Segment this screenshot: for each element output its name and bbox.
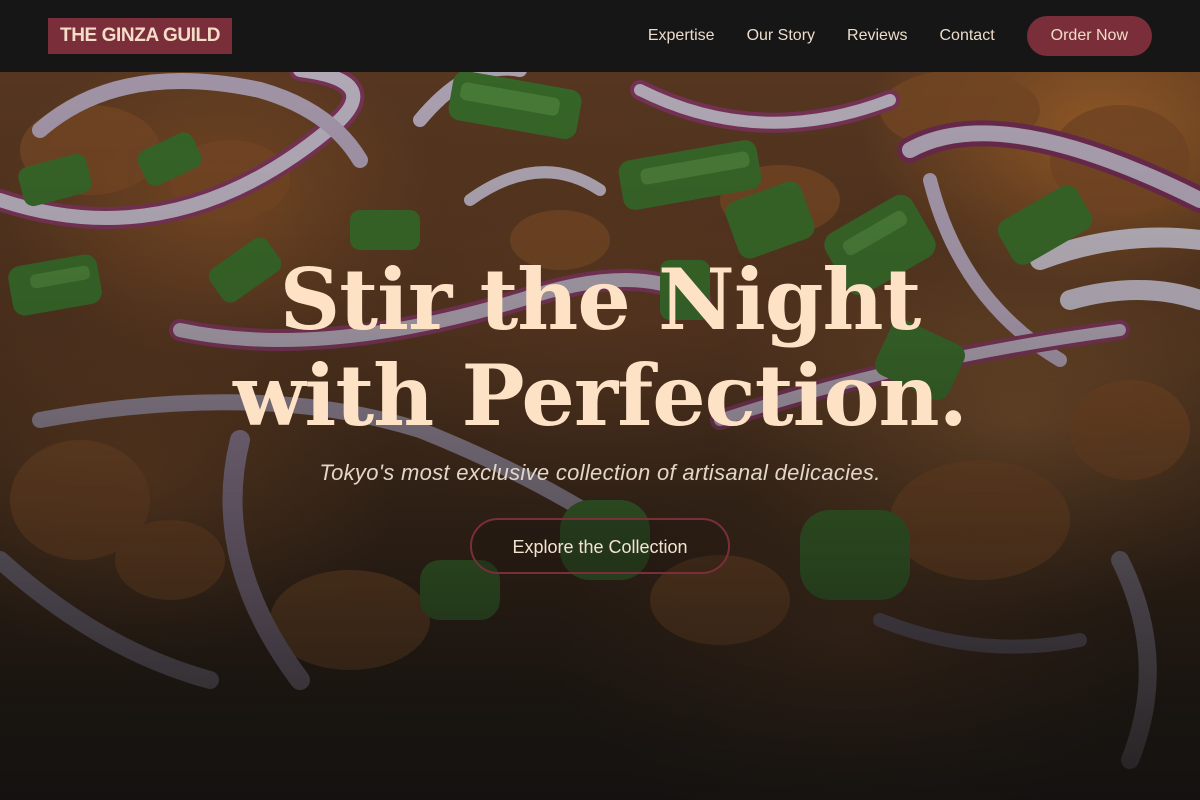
nav-link-expertise[interactable]: Expertise xyxy=(648,27,715,45)
main-nav: Expertise Our Story Reviews Contact xyxy=(648,27,995,45)
order-now-button[interactable]: Order Now xyxy=(1026,16,1152,56)
hero-title-line-1: Stir the Night xyxy=(279,250,922,349)
hero-title: Stir the Night with Perfection. xyxy=(0,252,1200,444)
hero-subtitle: Tokyo's most exclusive collection of art… xyxy=(319,460,881,485)
nav-link-contact[interactable]: Contact xyxy=(940,27,995,45)
hero-section: Stir the Night with Perfection. Tokyo's … xyxy=(0,252,1200,574)
nav-link-reviews[interactable]: Reviews xyxy=(847,27,907,45)
brand-logo[interactable]: THE GINZA GUILD xyxy=(48,18,233,54)
explore-collection-button[interactable]: Explore the Collection xyxy=(470,518,730,574)
site-header: THE GINZA GUILD Expertise Our Story Revi… xyxy=(0,0,1200,72)
hero-title-line-2: with Perfection. xyxy=(233,346,968,445)
nav-link-our-story[interactable]: Our Story xyxy=(747,27,815,45)
page: THE GINZA GUILD Expertise Our Story Revi… xyxy=(0,0,1200,800)
